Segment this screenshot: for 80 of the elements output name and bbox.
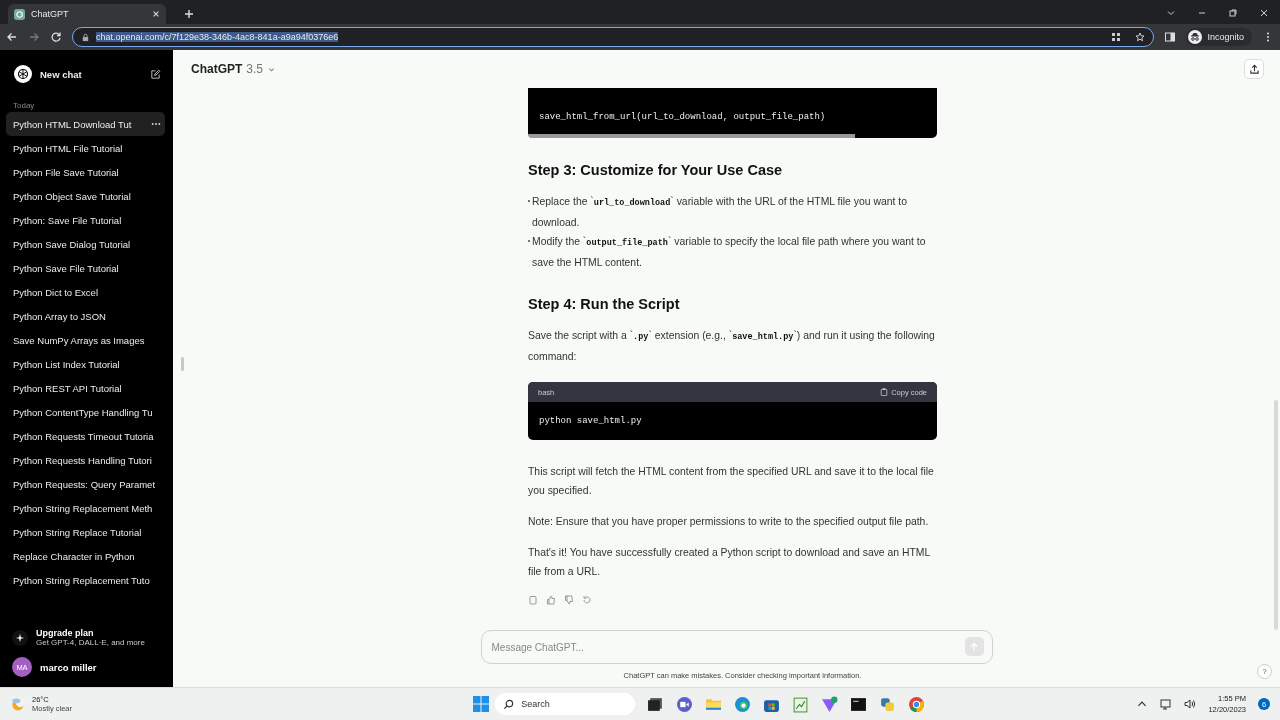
chat-history-item[interactable]: Python Array to JSON — [6, 304, 165, 328]
chat-history-item[interactable]: Python Requests Timeout Tutoria — [6, 424, 165, 448]
chat-history-item[interactable]: Python String Replace Tutorial — [6, 520, 165, 544]
incognito-chip[interactable]: Incognito — [1186, 28, 1252, 46]
chat-history-item[interactable]: Python HTML Download Tut — [6, 112, 165, 136]
section-heading: Step 3: Customize for Your Use Case — [528, 162, 784, 178]
chat-history-item[interactable]: Replace Character in Python — [6, 544, 165, 568]
edit-icon — [150, 68, 161, 80]
chat-history-item[interactable]: Python Requests: Query Paramet — [6, 472, 165, 496]
reload-icon[interactable] — [50, 31, 62, 43]
search-icon — [503, 698, 515, 710]
user-name[interactable]: marco miller — [40, 661, 97, 673]
section-heading: Step 4: Run the Script — [528, 296, 681, 312]
incognito-icon — [1188, 30, 1203, 44]
section-label: Today — [13, 101, 36, 110]
chat-history-item[interactable]: Python ContentType Handling Tu — [6, 400, 165, 424]
paragraph: This script will fetch the HTML content from the specified URL and save it to the local file you specified. — [528, 465, 935, 498]
star-icon[interactable] — [1135, 32, 1146, 42]
share-button[interactable] — [1244, 59, 1264, 79]
paragraph: Note: Ensure that you have proper permissions to write to the specified output file path. — [528, 515, 930, 529]
chat-history-item[interactable]: Python Dict to Excel — [6, 280, 165, 304]
chart-editor-icon[interactable] — [792, 695, 810, 713]
close-icon[interactable] — [1259, 8, 1269, 18]
new-chat-button[interactable]: New chat — [8, 60, 165, 88]
paragraph: That's it! You have successfully created a Python script to download and save an HTML file from a URL. — [528, 546, 931, 579]
chrome-icon[interactable] — [908, 695, 926, 713]
browser-icon[interactable] — [734, 695, 752, 713]
network-icon[interactable] — [1160, 698, 1173, 710]
chat-history-item[interactable]: Python Requests Handling Tutori — [6, 448, 165, 472]
upgrade-plan-link[interactable]: Upgrade plan — [36, 628, 145, 638]
chat-history-item[interactable]: Python: Save File Tutorial — [6, 208, 165, 232]
close-icon[interactable] — [152, 10, 160, 18]
video-chat-icon[interactable] — [676, 695, 694, 713]
arrow-up-icon — [969, 641, 979, 652]
chat-history-item[interactable]: Python String Replacement Tuto — [6, 568, 165, 592]
chat-history-item[interactable]: Python List Index Tutorial — [6, 352, 165, 376]
terminal-icon[interactable] — [850, 695, 868, 713]
restore-icon[interactable] — [1228, 8, 1238, 18]
thumbs-up-icon[interactable] — [546, 595, 556, 605]
python-icon[interactable] — [879, 695, 897, 713]
clipboard-icon — [880, 388, 889, 396]
scrollbar[interactable] — [1274, 400, 1278, 630]
lock-icon — [81, 32, 90, 42]
thumbs-down-icon[interactable] — [564, 595, 574, 605]
code-line: save_html_from_url(url_to_download, output_file_path) — [538, 112, 827, 124]
upgrade-subtitle: Get GPT-4, DALL·E, and more — [36, 638, 145, 647]
side-panel-icon[interactable] — [1164, 31, 1177, 43]
sidebar-resize-handle[interactable] — [181, 356, 184, 371]
chat-history-item[interactable]: Python REST API Tutorial — [6, 376, 165, 400]
task-view-icon[interactable] — [647, 695, 665, 713]
taskbar-search[interactable]: Search — [495, 693, 636, 715]
vpn-icon[interactable] — [821, 695, 839, 713]
chat-logo-icon — [14, 65, 32, 83]
help-button[interactable]: ? — [1257, 664, 1272, 679]
chat-logo-icon — [14, 8, 25, 20]
scrollbar[interactable] — [528, 134, 855, 138]
copy-icon[interactable] — [528, 595, 538, 605]
message-input[interactable]: Message ChatGPT... — [480, 630, 993, 664]
new-tab-icon[interactable] — [184, 9, 194, 19]
upload-icon — [1248, 63, 1260, 75]
chat-history-item[interactable]: Python Save Dialog Tutorial — [6, 232, 165, 256]
windows-start-icon[interactable] — [473, 696, 490, 712]
tab-title: ChatGPT — [31, 9, 70, 19]
chat-history-item[interactable]: Python File Save Tutorial — [6, 160, 165, 184]
chat-history-item[interactable]: Python HTML File Tutorial — [6, 136, 165, 160]
code-line: python save_html.py — [539, 416, 642, 426]
chat-history-item[interactable]: Python String Replacement Meth — [6, 496, 165, 520]
forward-icon[interactable] — [28, 31, 40, 43]
model-selector[interactable]: ChatGPT 3.5 — [191, 62, 277, 76]
sparkle-icon — [12, 629, 28, 646]
chat-history-item[interactable]: Python Save File Tutorial — [6, 256, 165, 280]
address-bar[interactable]: chat.openai.com/c/7f129e38-346b-4ac8-841a-a9a94f0376e6 — [72, 27, 1155, 47]
back-icon[interactable] — [6, 31, 18, 43]
chevron-down-icon[interactable] — [1166, 8, 1176, 18]
more-icon[interactable] — [151, 122, 161, 126]
volume-icon[interactable] — [1184, 698, 1197, 710]
url-text: chat.openai.com/c/7f129e38-346b-4ac8-841a-a9a94f0376e6 — [96, 32, 339, 42]
chat-history-item[interactable]: Save NumPy Arrays as Images — [6, 328, 165, 352]
browser-tab[interactable]: ChatGPT — [8, 4, 166, 24]
chat-history-item[interactable]: Python Object Save Tutorial — [6, 184, 165, 208]
